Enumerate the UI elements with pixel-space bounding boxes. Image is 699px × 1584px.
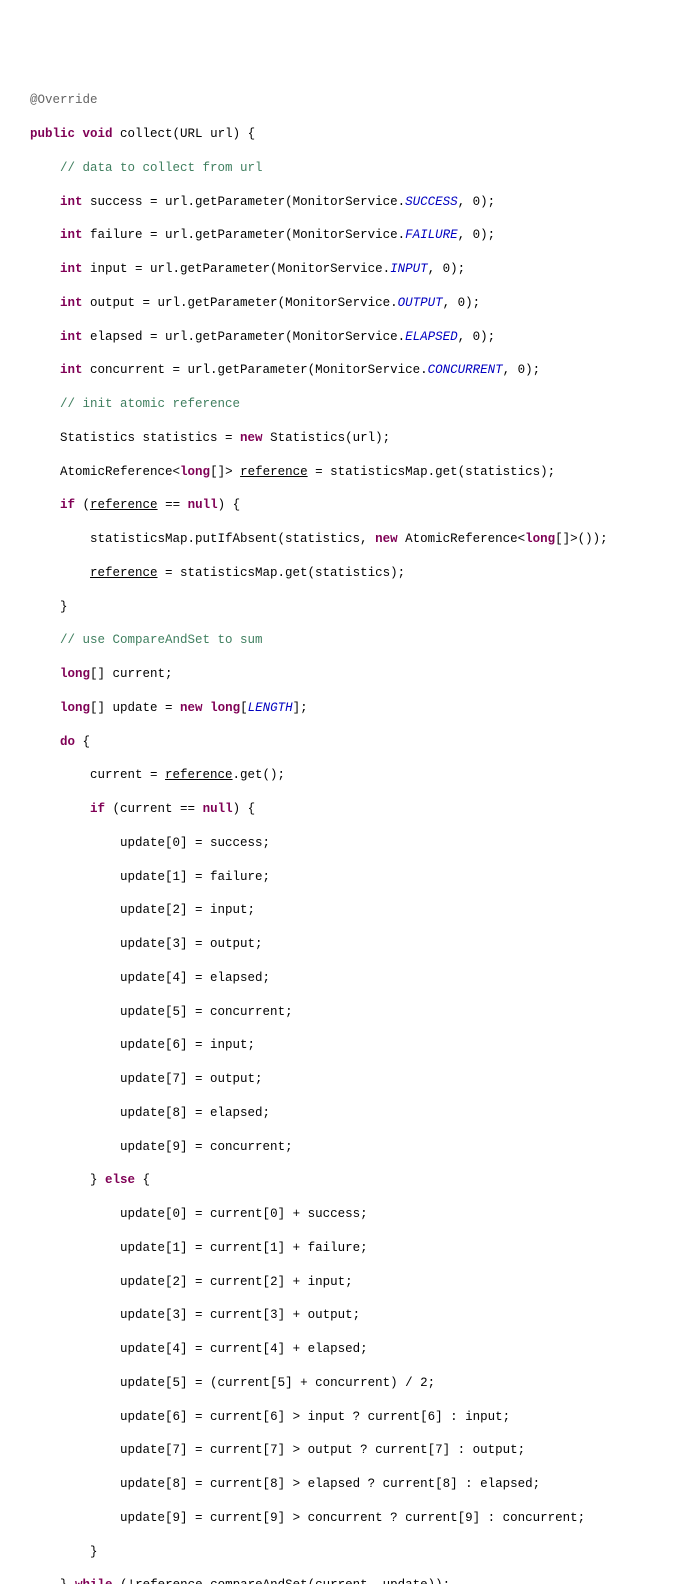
code-block: @Override public void collect(URL url) {…	[30, 76, 691, 1584]
code-line: update[5] = (current[5] + concurrent) / …	[30, 1375, 691, 1392]
code-line: update[4] = current[4] + elapsed;	[30, 1341, 691, 1358]
code-line: update[9] = concurrent;	[30, 1139, 691, 1156]
code-line: update[9] = current[9] > concurrent ? cu…	[30, 1510, 691, 1527]
code-line: int output = url.getParameter(MonitorSer…	[30, 295, 691, 312]
code-line: reference = statisticsMap.get(statistics…	[30, 565, 691, 582]
code-line: update[1] = current[1] + failure;	[30, 1240, 691, 1257]
code-line: int elapsed = url.getParameter(MonitorSe…	[30, 329, 691, 346]
code-line: int concurrent = url.getParameter(Monito…	[30, 362, 691, 379]
code-line: int input = url.getParameter(MonitorServ…	[30, 261, 691, 278]
code-line: update[3] = current[3] + output;	[30, 1307, 691, 1324]
code-line: long[] current;	[30, 666, 691, 683]
code-line: int success = url.getParameter(MonitorSe…	[30, 194, 691, 211]
code-line: public void collect(URL url) {	[30, 126, 691, 143]
code-line: update[4] = elapsed;	[30, 970, 691, 987]
code-line: current = reference.get();	[30, 767, 691, 784]
code-line: @Override	[30, 92, 691, 109]
code-line: } while (!reference.compareAndSet(curren…	[30, 1577, 691, 1584]
code-line: int failure = url.getParameter(MonitorSe…	[30, 227, 691, 244]
code-line: // data to collect from url	[30, 160, 691, 177]
code-line: long[] update = new long[LENGTH];	[30, 700, 691, 717]
code-line: update[0] = current[0] + success;	[30, 1206, 691, 1223]
code-line: update[3] = output;	[30, 936, 691, 953]
code-line: update[6] = input;	[30, 1037, 691, 1054]
code-line: update[2] = current[2] + input;	[30, 1274, 691, 1291]
code-line: AtomicReference<long[]> reference = stat…	[30, 464, 691, 481]
code-line: update[5] = concurrent;	[30, 1004, 691, 1021]
code-line: update[8] = elapsed;	[30, 1105, 691, 1122]
code-line: }	[30, 1544, 691, 1561]
code-line: } else {	[30, 1172, 691, 1189]
code-line: update[2] = input;	[30, 902, 691, 919]
code-line: if (current == null) {	[30, 801, 691, 818]
code-line: update[8] = current[8] > elapsed ? curre…	[30, 1476, 691, 1493]
code-line: do {	[30, 734, 691, 751]
code-line: }	[30, 599, 691, 616]
code-line: statisticsMap.putIfAbsent(statistics, ne…	[30, 531, 691, 548]
code-line: update[1] = failure;	[30, 869, 691, 886]
code-line: Statistics statistics = new Statistics(u…	[30, 430, 691, 447]
code-line: update[7] = current[7] > output ? curren…	[30, 1442, 691, 1459]
code-line: update[0] = success;	[30, 835, 691, 852]
code-line: if (reference == null) {	[30, 497, 691, 514]
code-line: // init atomic reference	[30, 396, 691, 413]
code-line: update[6] = current[6] > input ? current…	[30, 1409, 691, 1426]
code-line: update[7] = output;	[30, 1071, 691, 1088]
code-line: // use CompareAndSet to sum	[30, 632, 691, 649]
